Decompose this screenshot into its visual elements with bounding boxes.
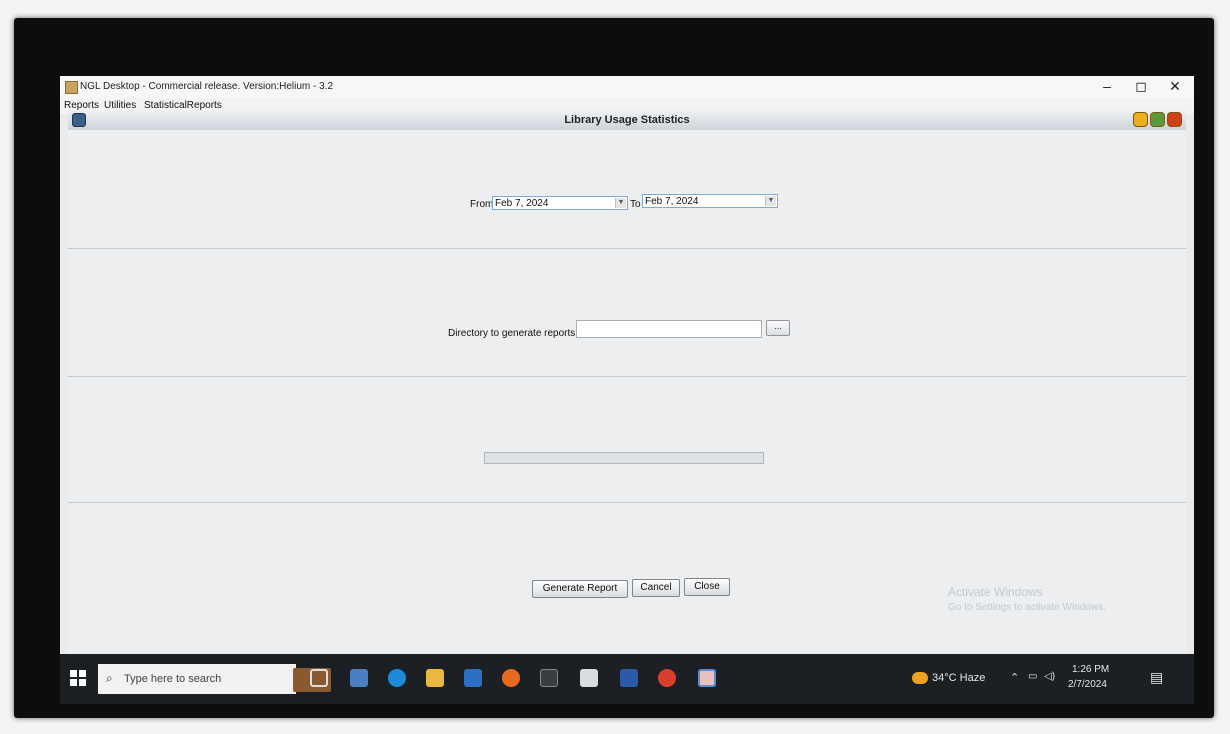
monitor-bezel: NGL Desktop - Commercial release. Versio… [14, 18, 1214, 718]
task-view-icon[interactable] [310, 669, 328, 687]
internal-frame-titlebar: Library Usage Statistics [68, 110, 1186, 131]
clock-date[interactable]: 2/7/2024 [1068, 679, 1107, 690]
to-date-value: Feb 7, 2024 [645, 196, 699, 207]
taskbar-search-box[interactable]: ⌕ Type here to search [98, 664, 331, 694]
activation-watermark: Activate Windows Go to Settings to activ… [948, 584, 1106, 616]
chevron-down-icon[interactable]: ▼ [615, 198, 626, 208]
section-divider [68, 376, 1186, 377]
network-icon[interactable]: ▭ [1028, 671, 1037, 682]
progress-bar [484, 452, 764, 464]
section-divider [68, 502, 1186, 503]
window-title: NGL Desktop - Commercial release. Versio… [80, 81, 334, 92]
app-window-icon[interactable] [580, 669, 598, 687]
search-icon: ⌕ [106, 671, 113, 685]
weather-icon [912, 672, 928, 684]
watermark-subtitle: Go to Settings to activate Windows. [948, 602, 1106, 613]
terminal-icon[interactable] [540, 669, 558, 687]
chevron-down-icon[interactable]: ▼ [765, 196, 776, 206]
from-date-picker[interactable]: Feb 7, 2024 ▼ [492, 196, 628, 210]
close-window-button[interactable]: ✕ [1158, 76, 1192, 96]
maximize-button[interactable]: ◻ [1124, 76, 1158, 96]
file-explorer-icon[interactable] [426, 669, 444, 687]
chrome-icon[interactable] [658, 669, 676, 687]
frame-maximize-button[interactable] [1150, 112, 1165, 127]
volume-icon[interactable]: ◁) [1044, 671, 1055, 682]
to-date-picker[interactable]: Feb 7, 2024 ▼ [642, 194, 778, 208]
to-label: To [630, 199, 641, 210]
browse-directory-button[interactable]: ... [766, 320, 790, 336]
window-titlebar: NGL Desktop - Commercial release. Versio… [60, 76, 1194, 98]
weather-text[interactable]: 34°C Haze [932, 672, 985, 684]
from-date-value: Feb 7, 2024 [495, 198, 549, 209]
report-panel: From Feb 7, 2024 ▼ To Feb 7, 2024 ▼ Dire… [68, 130, 1186, 654]
watermark-title: Activate Windows [948, 585, 1043, 599]
notification-icon[interactable]: ▤ [1150, 669, 1163, 686]
close-button[interactable]: Close [684, 578, 730, 596]
generate-report-button[interactable]: Generate Report [532, 580, 628, 598]
java-app-icon[interactable] [698, 669, 716, 687]
frame-minimize-button[interactable] [1133, 112, 1148, 127]
windows-start-icon[interactable] [70, 670, 86, 686]
clock-time[interactable]: 1:26 PM [1072, 664, 1109, 675]
from-label: From [470, 199, 494, 210]
section-divider [68, 248, 1186, 249]
frame-controls [1131, 112, 1182, 132]
minimize-button[interactable]: – [1090, 76, 1124, 96]
mail-icon[interactable] [464, 669, 482, 687]
firefox-icon[interactable] [502, 669, 520, 687]
taskbar: ⌕ Type here to search 34°C Haze ⌃ ▭ ◁) 1… [60, 654, 1194, 704]
edge-browser-icon[interactable] [388, 669, 406, 687]
screen: NGL Desktop - Commercial release. Versio… [60, 76, 1194, 704]
word-icon[interactable] [620, 669, 638, 687]
frame-title: Library Usage Statistics [564, 114, 690, 126]
search-placeholder: Type here to search [124, 673, 222, 685]
frame-close-button[interactable] [1167, 112, 1182, 127]
cancel-button[interactable]: Cancel [632, 579, 680, 597]
directory-input[interactable] [576, 320, 762, 338]
widgets-icon[interactable] [350, 669, 368, 687]
app-icon [65, 81, 78, 94]
tray-chevron-icon[interactable]: ⌃ [1010, 671, 1019, 684]
directory-label: Directory to generate reports [448, 328, 576, 339]
